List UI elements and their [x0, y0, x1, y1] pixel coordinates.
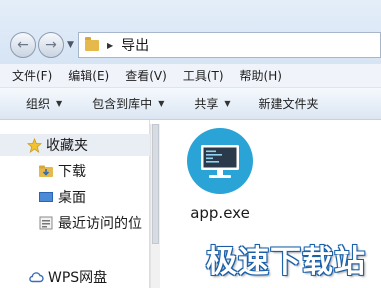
nav-favorites[interactable]: 收藏夹 — [0, 134, 150, 156]
nav-downloads[interactable]: 下载 — [0, 160, 150, 182]
forward-arrow-icon: → — [45, 37, 57, 53]
nav-wps-cloud-label: WPS网盘 — [48, 270, 108, 286]
cloud-icon — [28, 269, 44, 285]
share-label: 共享 — [194, 97, 219, 111]
menu-edit[interactable]: 编辑(E) — [68, 67, 109, 84]
menu-tools[interactable]: 工具(T) — [183, 67, 224, 84]
back-arrow-icon: ← — [17, 37, 29, 53]
nav-wps-cloud[interactable]: WPS网盘 — [0, 266, 150, 288]
monitor-app-icon — [187, 128, 253, 194]
nav-downloads-label: 下载 — [58, 164, 86, 180]
navigation-pane: 收藏夹 下载 桌面 最近访问的位 WPS网盘 — [0, 120, 150, 288]
dropdown-arrow-icon: ▼ — [56, 99, 63, 108]
menu-file[interactable]: 文件(F) — [12, 67, 52, 84]
menu-view[interactable]: 查看(V) — [125, 67, 167, 84]
share-button[interactable]: 共享 ▼ — [194, 95, 230, 112]
organize-button[interactable]: 组织 ▼ — [26, 95, 62, 112]
organize-label: 组织 — [26, 97, 51, 111]
menu-bar: 文件(F) 编辑(E) 查看(V) 工具(T) 帮助(H) — [0, 64, 381, 88]
dropdown-arrow-icon: ▼ — [224, 99, 231, 108]
address-field[interactable]: ▶ 导出 — [78, 32, 381, 58]
recent-places-icon — [38, 215, 54, 231]
command-toolbar: 组织 ▼ 包含到库中 ▼ 共享 ▼ 新建文件夹 — [0, 88, 381, 120]
file-item-app-exe[interactable]: app.exe — [180, 128, 260, 222]
forward-button[interactable]: → — [38, 32, 64, 58]
dropdown-arrow-icon: ▼ — [158, 99, 165, 108]
nav-recent-places[interactable]: 最近访问的位 — [0, 212, 150, 234]
history-dropdown-icon[interactable]: ▼ — [67, 40, 74, 50]
breadcrumb-current[interactable]: 导出 — [121, 35, 149, 55]
nav-scrollbar[interactable] — [150, 124, 160, 288]
menu-help[interactable]: 帮助(H) — [240, 67, 282, 84]
nav-desktop-label: 桌面 — [58, 190, 86, 206]
nav-desktop[interactable]: 桌面 — [0, 186, 150, 208]
file-name: app.exe — [190, 204, 250, 222]
watermark-text: 极速下载站 — [206, 244, 366, 280]
folder-icon — [85, 36, 99, 51]
address-bar-area: ← → ▼ ▶ 导出 — [0, 0, 381, 64]
include-in-library-label: 包含到库中 — [92, 97, 153, 111]
include-in-library-button[interactable]: 包含到库中 ▼ — [92, 95, 164, 112]
new-folder-label: 新建文件夹 — [258, 97, 319, 111]
nav-favorites-label: 收藏夹 — [46, 138, 88, 154]
new-folder-button[interactable]: 新建文件夹 — [259, 95, 319, 112]
desktop-icon — [38, 189, 54, 205]
back-button[interactable]: ← — [10, 32, 36, 58]
star-icon — [26, 137, 42, 153]
downloads-folder-icon — [38, 163, 54, 179]
nav-recent-places-label: 最近访问的位 — [58, 216, 142, 232]
nav-scrollbar-thumb[interactable] — [152, 124, 159, 244]
breadcrumb-chevron-icon[interactable]: ▶ — [107, 41, 113, 50]
